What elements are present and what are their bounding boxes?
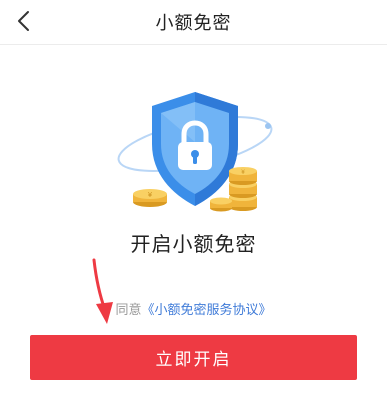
watermark-logo: Bai 经验 [314, 386, 379, 404]
feature-heading: 开启小额免密 [130, 232, 257, 256]
pointer-arrow-annotation [92, 258, 113, 324]
shield-lock-icon: ¥ ¥ [117, 92, 273, 212]
nav-bar: 小额免密 [0, 0, 387, 44]
agreement-text: 同意《小额免密服务协议》 [0, 299, 387, 318]
svg-text:¥: ¥ [241, 169, 245, 176]
svg-text:¥: ¥ [148, 191, 153, 199]
page-title: 小额免密 [155, 13, 232, 34]
enable-button[interactable]: 立即开启 [30, 335, 357, 380]
agreement-link[interactable]: 《小额免密服务协议》 [142, 303, 272, 318]
